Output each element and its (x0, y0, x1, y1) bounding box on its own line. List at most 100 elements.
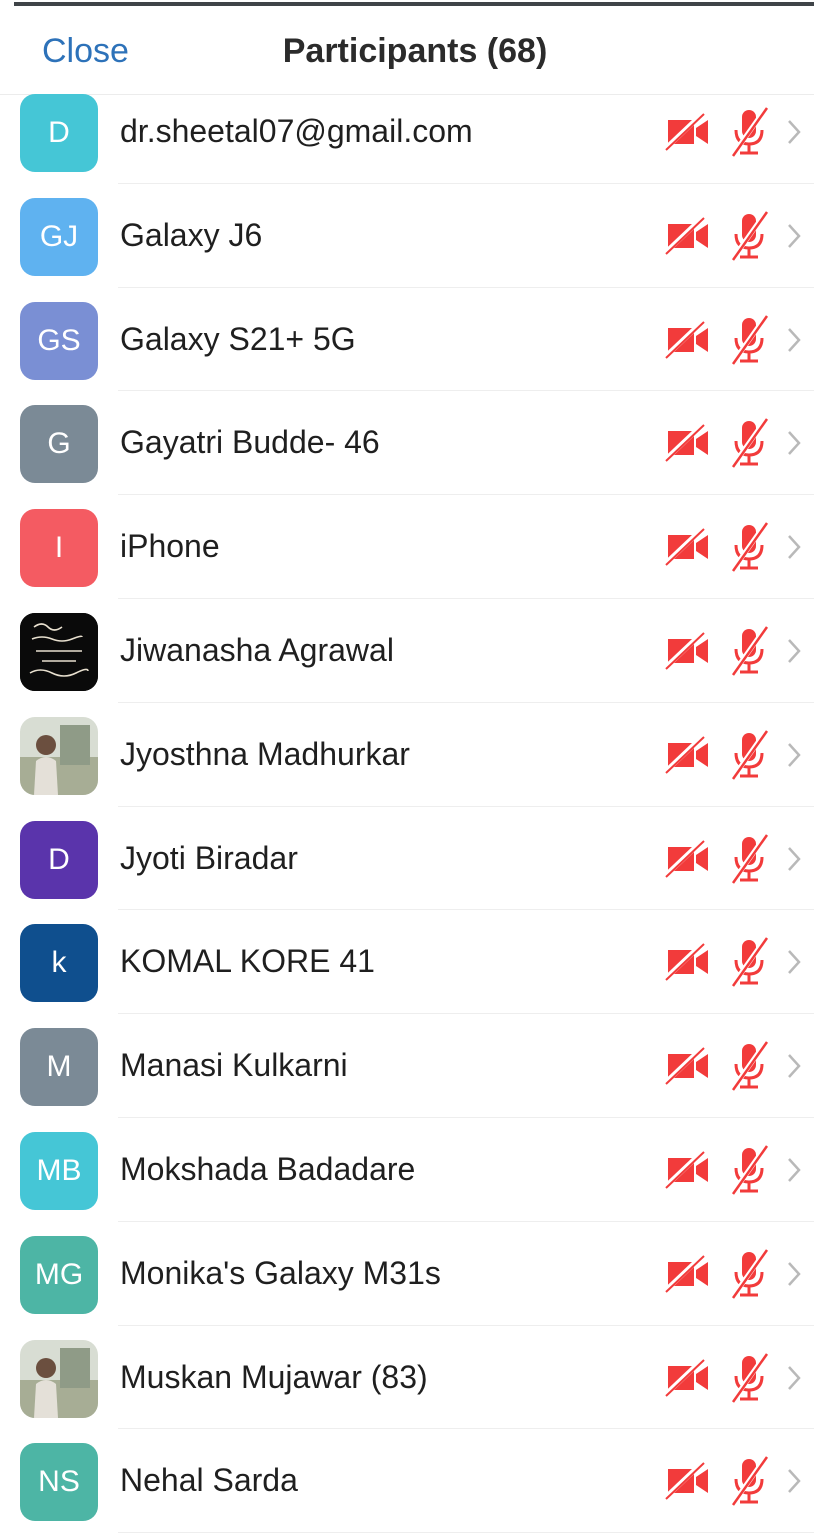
participant-name: Galaxy S21+ 5G (120, 320, 356, 357)
participant-status-icons (654, 495, 814, 599)
chevron-right-icon[interactable] (786, 533, 802, 561)
mic-muted-icon[interactable] (728, 1352, 770, 1404)
video-off-icon[interactable] (662, 1046, 712, 1086)
participant-name: KOMAL KORE 41 (120, 943, 375, 980)
video-off-icon[interactable] (662, 215, 712, 256)
avatar: k (20, 924, 98, 1003)
participant-name: iPhone (120, 528, 220, 565)
video-off-icon[interactable] (662, 112, 712, 152)
avatar: D (20, 820, 98, 899)
participant-row[interactable]: D dr.sheetal07@gmail.com (0, 80, 814, 184)
mic-muted-icon[interactable] (728, 1144, 770, 1196)
mic-muted-icon[interactable] (728, 314, 770, 366)
mic-muted-icon[interactable] (728, 521, 770, 573)
participant-status-icons (654, 1118, 814, 1222)
avatar: I (20, 509, 98, 588)
mic-muted-icon[interactable] (728, 1040, 770, 1092)
top-divider (14, 2, 814, 6)
participant-row[interactable]: MG Monika's Galaxy M31s (0, 1222, 814, 1326)
participant-name: Muskan Mujawar (83) (120, 1358, 428, 1395)
page-title: Participants (68) (282, 32, 548, 70)
participant-status-icons (654, 1222, 814, 1326)
participant-status-icons (654, 80, 814, 184)
chevron-right-icon[interactable] (786, 845, 802, 873)
mic-muted-icon[interactable] (728, 625, 770, 677)
mic-muted-icon[interactable] (728, 1455, 770, 1507)
participant-status-icons (654, 1326, 814, 1430)
chevron-right-icon[interactable] (786, 637, 802, 665)
participant-status-icons (654, 703, 814, 807)
participant-row[interactable]: MB Mokshada Badadare (0, 1118, 814, 1222)
participant-row[interactable]: Jyosthna Madhurkar (0, 703, 814, 807)
avatar: G (20, 405, 98, 484)
chevron-right-icon[interactable] (786, 741, 802, 769)
participant-name: dr.sheetal07@gmail.com (120, 113, 473, 149)
chevron-right-icon[interactable] (786, 429, 802, 457)
participant-list: D dr.sheetal07@gmail.com GJ Galaxy J6 GS… (0, 80, 814, 1533)
participant-name: Jyoti Biradar (120, 839, 298, 876)
avatar: M (20, 1028, 98, 1107)
participant-status-icons (654, 184, 814, 288)
mic-muted-icon[interactable] (728, 936, 770, 988)
participant-row[interactable]: k KOMAL KORE 41 (0, 910, 814, 1014)
participant-name: Jiwanasha Agrawal (120, 631, 394, 668)
participant-row[interactable]: G Gayatri Budde- 46 (0, 391, 814, 495)
video-off-icon[interactable] (662, 423, 712, 464)
profile-photo (20, 1339, 98, 1418)
video-off-icon[interactable] (662, 734, 712, 775)
participant-name: Gayatri Budde- 46 (120, 424, 380, 461)
participant-row[interactable]: Muskan Mujawar (83) (0, 1326, 814, 1430)
video-off-icon[interactable] (662, 1461, 712, 1502)
avatar: MB (20, 1131, 98, 1210)
avatar: D (20, 94, 98, 172)
mic-muted-icon[interactable] (728, 210, 770, 262)
mic-muted-icon[interactable] (728, 729, 770, 781)
video-off-icon[interactable] (662, 1150, 712, 1190)
mic-muted-icon[interactable] (728, 833, 770, 885)
video-off-icon[interactable] (662, 527, 712, 568)
video-off-icon[interactable] (662, 1357, 712, 1398)
mic-muted-icon[interactable] (728, 417, 770, 469)
mic-muted-icon[interactable] (728, 1248, 770, 1300)
chevron-right-icon[interactable] (786, 1260, 802, 1288)
participant-status-icons (654, 391, 814, 495)
video-off-icon[interactable] (662, 319, 712, 360)
participant-name: Manasi Kulkarni (120, 1047, 348, 1084)
participant-status-icons (654, 910, 814, 1014)
avatar: GJ (20, 197, 98, 276)
participant-name: Jyosthna Madhurkar (120, 735, 410, 772)
participant-name: Mokshada Badadare (120, 1150, 416, 1187)
participant-row[interactable]: I iPhone (0, 495, 814, 599)
participant-row[interactable]: D Jyoti Biradar (0, 807, 814, 911)
participant-row[interactable]: M Manasi Kulkarni (0, 1014, 814, 1118)
avatar: GS (20, 301, 98, 380)
avatar: NS (20, 1443, 98, 1522)
video-off-icon[interactable] (662, 838, 712, 879)
participant-name: Nehal Sarda (120, 1462, 298, 1499)
avatar: MG (20, 1235, 98, 1314)
participant-row[interactable]: GS Galaxy S21+ 5G (0, 288, 814, 392)
participant-name: Monika's Galaxy M31s (120, 1254, 441, 1291)
avatar (20, 716, 98, 795)
participant-status-icons (654, 807, 814, 911)
avatar (20, 612, 98, 691)
participant-row[interactable]: Jiwanasha Agrawal (0, 599, 814, 703)
chevron-right-icon[interactable] (786, 326, 802, 354)
profile-photo (20, 612, 98, 691)
participant-status-icons (654, 1014, 814, 1118)
chevron-right-icon[interactable] (786, 1052, 802, 1080)
video-off-icon[interactable] (662, 1253, 712, 1294)
chevron-right-icon[interactable] (786, 1364, 802, 1392)
chevron-right-icon[interactable] (786, 1467, 802, 1495)
participant-status-icons (654, 288, 814, 392)
video-off-icon[interactable] (662, 942, 712, 983)
chevron-right-icon[interactable] (786, 118, 802, 146)
chevron-right-icon[interactable] (786, 222, 802, 250)
participant-row[interactable]: NS Nehal Sarda (0, 1429, 814, 1533)
chevron-right-icon[interactable] (786, 948, 802, 976)
video-off-icon[interactable] (662, 631, 712, 671)
mic-muted-icon[interactable] (728, 106, 770, 158)
profile-photo (20, 716, 98, 795)
chevron-right-icon[interactable] (786, 1156, 802, 1184)
participant-row[interactable]: GJ Galaxy J6 (0, 184, 814, 288)
